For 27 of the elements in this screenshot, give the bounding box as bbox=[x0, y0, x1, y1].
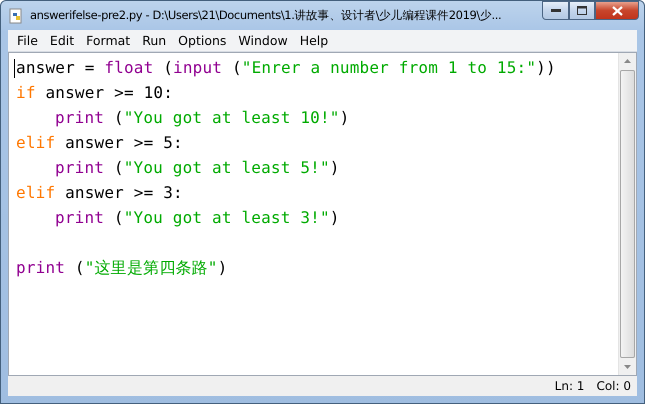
code-line: print ("这里是第四条路") bbox=[16, 257, 228, 279]
code-line: elif answer >= 3: bbox=[16, 182, 183, 204]
code-line: answer = float (input ("Enrer a number from 1 to 15:")) bbox=[16, 57, 556, 79]
code-line: print ("You got at least 5!") bbox=[55, 157, 340, 179]
text-caret bbox=[14, 59, 15, 78]
menu-item[interactable]: Window bbox=[232, 33, 294, 48]
column-number: Col: 0 bbox=[596, 379, 631, 393]
scrollbar-thumb[interactable] bbox=[620, 70, 635, 358]
line-number: Ln: 1 bbox=[554, 379, 584, 393]
python-file-icon bbox=[8, 8, 24, 24]
code-line: print ("You got at least 10!") bbox=[55, 107, 350, 129]
menu-item[interactable]: Edit bbox=[44, 33, 80, 48]
menu-item[interactable]: Format bbox=[80, 33, 136, 48]
minimize-button[interactable] bbox=[542, 1, 569, 20]
code-line: if answer >= 10: bbox=[16, 82, 174, 104]
menu-item[interactable]: Help bbox=[294, 33, 334, 48]
close-icon bbox=[612, 6, 622, 16]
menu-item[interactable]: Run bbox=[136, 33, 172, 48]
code-line: elif answer >= 5: bbox=[16, 132, 183, 154]
maximize-button[interactable] bbox=[569, 1, 595, 20]
close-button[interactable] bbox=[595, 1, 639, 20]
code-line: print ("You got at least 3!") bbox=[55, 207, 340, 229]
menu-item[interactable]: Options bbox=[172, 33, 232, 48]
minimize-icon bbox=[550, 8, 560, 12]
window-title: answerifelse-pre2.py - D:\Users\21\Documents\1.讲故事、设计者\少儿编程课件2019\少... bbox=[30, 8, 502, 23]
menu-item[interactable]: File bbox=[11, 33, 44, 48]
maximize-icon bbox=[577, 6, 587, 15]
